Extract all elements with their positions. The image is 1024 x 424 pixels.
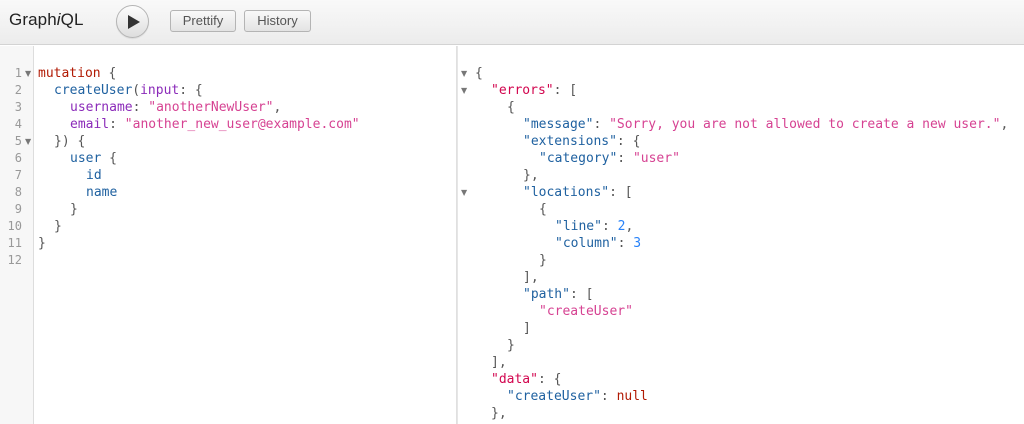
code-line: } [38, 236, 46, 251]
json-line: "category": "user" [539, 151, 680, 166]
line-number: 4 [14, 117, 22, 131]
result-viewer: ▼ ▼ ▼ { "errors": [ { "message": "Sorry,… [457, 46, 1024, 424]
json-line: }, [491, 406, 507, 421]
fold-arrow-icon[interactable]: ▼ [25, 65, 31, 82]
line-number: 2 [14, 83, 22, 97]
line-number: 12 [7, 253, 22, 267]
code-line: mutation { [38, 66, 117, 81]
json-line: { [539, 202, 547, 217]
json-line: } [539, 253, 547, 268]
json-line: "column": 3 [555, 236, 642, 251]
line-number: 1 [14, 66, 22, 80]
json-line: "message": "Sorry, you are not allowed t… [523, 117, 1009, 132]
toolbar: GraphiQL Prettify History [0, 0, 1024, 45]
json-line: ], [491, 355, 507, 370]
json-line: { [507, 100, 515, 115]
code-line: user { [70, 151, 117, 166]
json-line: "createUser" [539, 304, 633, 319]
code-line: } [54, 219, 62, 234]
app-title: GraphiQL [9, 10, 84, 29]
json-line: "data": { [491, 372, 562, 387]
line-number: 5 [14, 134, 22, 148]
line-number: 10 [7, 219, 22, 233]
code-line: id [86, 168, 102, 183]
json-line: { [475, 66, 483, 81]
line-number: 9 [14, 202, 22, 216]
json-line: "errors": [ [491, 83, 578, 98]
json-line: "locations": [ [523, 185, 633, 200]
json-line: ], [523, 270, 539, 285]
code-line: name [86, 185, 118, 200]
line-number-gutter: 1 2 3 4 5 6 7 8 9 10 11 12 ▼ ▼ [0, 46, 34, 424]
fold-arrow-icon[interactable]: ▼ [25, 133, 31, 150]
json-line: ] [523, 321, 531, 336]
line-number: 7 [14, 168, 22, 182]
fold-arrow-icon[interactable]: ▼ [461, 82, 467, 99]
code-line: createUser(input: { [54, 83, 203, 98]
line-number: 8 [14, 185, 22, 199]
query-editor[interactable]: 1 2 3 4 5 6 7 8 9 10 11 12 ▼ ▼ mutation … [0, 46, 456, 424]
json-line: "path": [ [523, 287, 594, 302]
line-number: 6 [14, 151, 22, 165]
code-line: } [70, 202, 78, 217]
json-line: }, [523, 168, 539, 183]
code-line: username: "anotherNewUser", [70, 100, 282, 115]
json-line: "line": 2, [555, 219, 634, 234]
code-line: email: "another_new_user@example.com" [70, 117, 360, 132]
prettify-button[interactable]: Prettify [170, 10, 236, 32]
play-icon [128, 15, 140, 29]
json-line: "createUser": null [507, 389, 648, 404]
fold-arrow-icon[interactable]: ▼ [461, 65, 467, 82]
fold-arrow-icon[interactable]: ▼ [461, 184, 467, 201]
history-button[interactable]: History [244, 10, 311, 32]
line-number: 11 [7, 236, 22, 250]
execute-query-button[interactable] [116, 5, 149, 38]
json-line: } [507, 338, 515, 353]
line-number: 3 [14, 100, 22, 114]
code-line: }) { [54, 134, 86, 149]
json-line: "extensions": { [523, 134, 641, 149]
